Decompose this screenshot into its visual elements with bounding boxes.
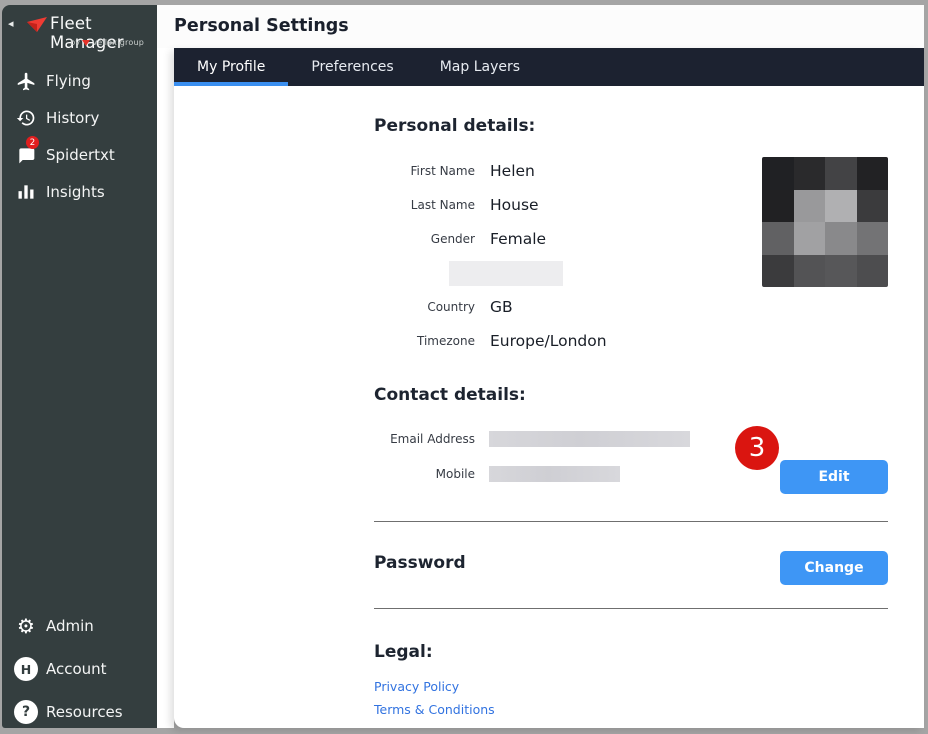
field-row-country: Country GB [294,296,774,318]
sidebar-item-spidertxt[interactable]: 2 Spidertxt [2,142,157,168]
page-header: Personal Settings [157,5,924,48]
avatar-pixel [762,255,794,288]
avatar-pixel [794,157,826,190]
sidebar-item-account[interactable]: H Account [2,656,157,682]
gear-icon: ⚙ [14,614,38,638]
avatar-pixel [825,157,857,190]
field-row-timezone: Timezone Europe/London [294,330,774,352]
gender-value: Female [490,230,546,248]
redacted-field-value [449,261,563,286]
settings-card: My Profile Preferences Map Layers Person… [174,48,924,728]
sidebar-item-label: Spidertxt [46,146,115,164]
mobile-label: Mobile [294,467,475,481]
avatar-pixel [825,190,857,223]
field-row-last-name: Last Name House [294,194,774,216]
sidebar-item-insights[interactable]: Insights [2,179,157,205]
sidebar-item-label: Insights [46,183,105,201]
sidebar-collapse-icon[interactable]: ◂ [8,17,14,30]
privacy-policy-link[interactable]: Privacy Policy [374,679,459,694]
page-title: Personal Settings [174,5,349,48]
first-name-label: First Name [294,164,475,178]
last-name-value: House [490,196,539,214]
help-icon: ? [14,700,38,724]
sidebar-item-label: Account [46,660,107,678]
sidebar: ◂ Fleet Manager by vellox group Flying H… [2,5,157,728]
brand-header: ◂ Fleet Manager [2,13,157,37]
edit-contact-button[interactable]: Edit [780,460,888,494]
country-value: GB [490,298,513,316]
gender-label: Gender [294,232,475,246]
avatar-pixel [825,255,857,288]
avatar-pixel [857,157,889,190]
brand-byline: by vellox group [70,38,144,47]
field-row-first-name: First Name Helen [294,160,774,182]
bar-chart-icon [14,180,38,204]
first-name-value: Helen [490,162,535,180]
timezone-value: Europe/London [490,332,607,350]
change-password-button[interactable]: Change [780,551,888,585]
sidebar-item-label: Resources [46,703,123,721]
section-divider [374,521,888,522]
tab-map-layers[interactable]: Map Layers [417,48,543,86]
avatar-pixel [794,222,826,255]
timezone-label: Timezone [294,334,475,348]
password-heading: Password [374,553,466,573]
profile-avatar-image [762,157,888,287]
avatar-pixel [825,222,857,255]
email-address-redacted-value [489,431,690,447]
annotation-step-badge: 3 [735,426,779,470]
account-monogram-icon: H [14,657,38,681]
section-divider [374,608,888,609]
legal-heading: Legal: [374,642,433,662]
sidebar-item-resources[interactable]: ? Resources [2,699,157,725]
sidebar-item-history[interactable]: History [2,105,157,131]
vellox-logo-icon [82,40,90,46]
last-name-label: Last Name [294,198,475,212]
fleet-manager-logo-icon [27,17,47,33]
sidebar-item-flying[interactable]: Flying [2,68,157,94]
country-label: Country [294,300,475,314]
personal-details-heading: Personal details: [374,116,535,136]
avatar-pixel [857,190,889,223]
sidebar-item-admin[interactable]: ⚙ Admin [2,613,157,639]
history-icon [14,106,38,130]
avatar-pixel [794,255,826,288]
field-row-gender: Gender Female [294,228,774,250]
avatar-pixel [762,190,794,223]
contact-details-heading: Contact details: [374,385,526,405]
avatar-pixel [794,190,826,223]
sidebar-item-label: History [46,109,99,127]
tab-my-profile[interactable]: My Profile [174,48,288,86]
plane-icon [14,69,38,93]
chat-icon: 2 [14,143,38,167]
sidebar-item-label: Admin [46,617,94,635]
sidebar-item-label: Flying [46,72,91,90]
content-gutter [157,48,174,728]
avatar-pixel [762,157,794,190]
byline-brand-text: vellox group [92,38,144,47]
tab-preferences[interactable]: Preferences [288,48,416,86]
avatar-pixel [762,222,794,255]
spidertxt-unread-badge: 2 [26,136,39,149]
settings-tabbar: My Profile Preferences Map Layers [174,48,924,86]
avatar-pixel [857,255,889,288]
email-address-label: Email Address [294,432,475,446]
mobile-redacted-value [489,466,620,482]
avatar-pixel [857,222,889,255]
byline-by-text: by [70,38,80,47]
terms-conditions-link[interactable]: Terms & Conditions [374,702,495,717]
